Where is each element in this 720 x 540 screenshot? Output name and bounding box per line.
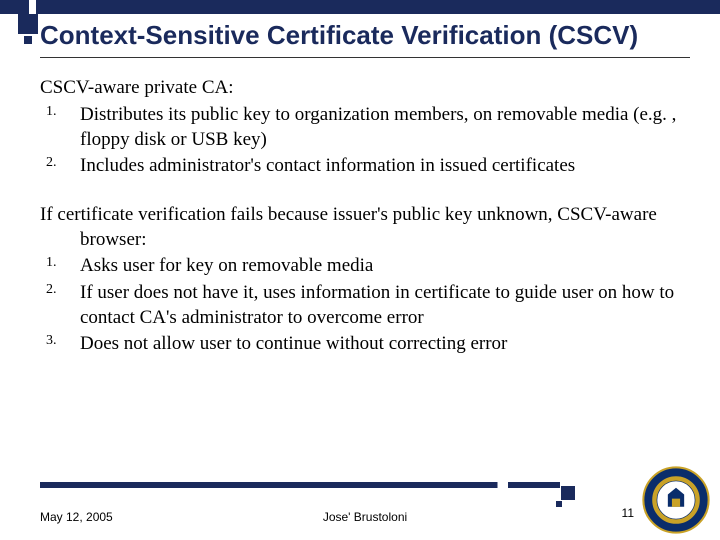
bottom-accent-bar — [40, 482, 560, 488]
bottom-accent-square-large — [561, 486, 575, 500]
list-text: Distributes its public key to organizati… — [80, 104, 676, 150]
top-accent-bar — [0, 0, 720, 14]
section2-list: 1.Asks user for key on removable media 2… — [40, 254, 690, 357]
list-text: Asks user for key on removable media — [80, 255, 373, 276]
list-item: 3.Does not allow user to continue withou… — [80, 332, 690, 357]
list-item: 2.Includes administrator's contact infor… — [80, 154, 690, 179]
bottom-accent-square-small — [556, 501, 562, 507]
footer-date: May 12, 2005 — [40, 510, 113, 524]
list-text: Includes administrator's contact informa… — [80, 155, 575, 176]
slide-title: Context-Sensitive Certificate Verificati… — [40, 20, 690, 58]
list-number: 2. — [46, 154, 57, 172]
footer-author: Jose' Brustoloni — [323, 510, 407, 524]
list-item: 2.If user does not have it, uses informa… — [80, 281, 690, 330]
list-item: 1.Distributes its public key to organiza… — [80, 103, 690, 152]
list-number: 1. — [46, 103, 57, 121]
list-number: 3. — [46, 332, 57, 350]
list-text: If user does not have it, uses informati… — [80, 282, 674, 328]
top-accent-square-large — [18, 14, 38, 34]
top-accent-square-small — [24, 36, 32, 44]
section2-intro: If certificate verification fails becaus… — [40, 203, 690, 252]
page-number: 11 — [622, 506, 634, 520]
list-number: 1. — [46, 254, 57, 272]
university-seal-icon — [642, 466, 710, 534]
section1-intro: CSCV-aware private CA: — [40, 76, 690, 101]
slide-footer: May 12, 2005 Jose' Brustoloni — [40, 510, 690, 524]
slide-content: Context-Sensitive Certificate Verificati… — [40, 20, 690, 381]
section1-list: 1. Distributes its public key to organiza… — [40, 103, 690, 179]
list-text: Does not allow user to continue without … — [80, 333, 507, 354]
section-browser: If certificate verification fails becaus… — [40, 203, 690, 357]
list-number: 2. — [46, 281, 57, 299]
list-item: 1.Asks user for key on removable media — [80, 254, 690, 279]
section-private-ca: CSCV-aware private CA: 1. Distributes its… — [40, 76, 690, 179]
